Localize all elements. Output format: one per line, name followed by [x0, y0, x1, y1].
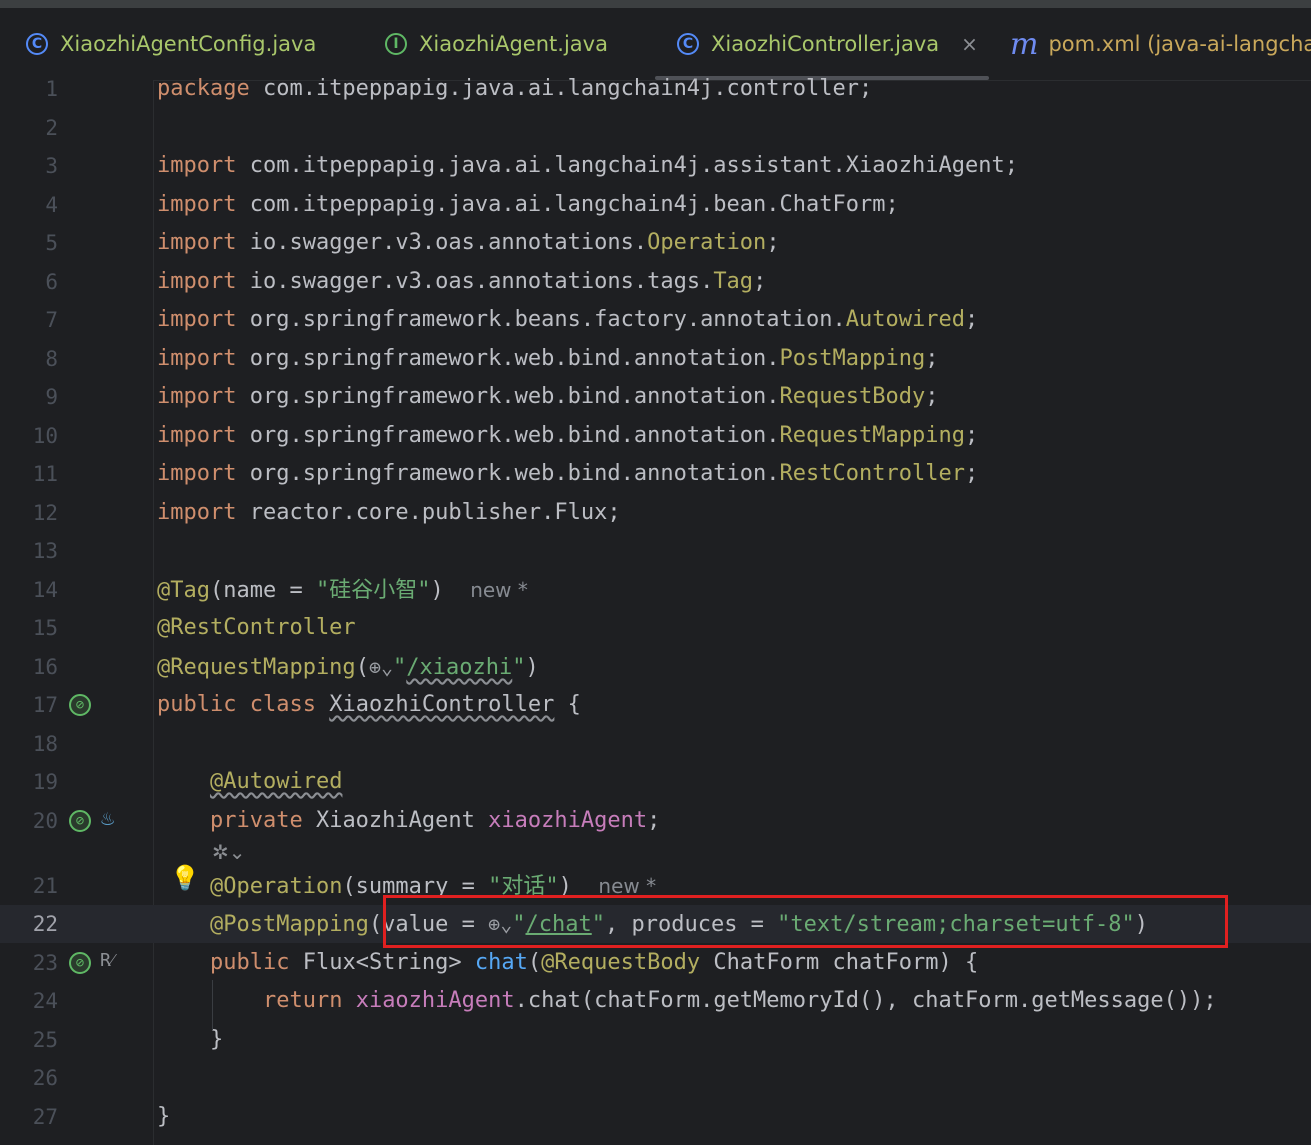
line-number: 16: [32, 655, 58, 679]
line-number: 23: [32, 951, 58, 975]
class-name: XiaozhiController: [329, 692, 555, 717]
line-content: @RequestMapping(⊕⌄"/xiaozhi"): [157, 655, 539, 680]
code-line: 2: [0, 109, 1311, 147]
line-number: 1: [45, 77, 58, 101]
window-top-strip: [0, 0, 1311, 8]
line-content: import org.springframework.beans.factory…: [157, 307, 979, 332]
line-number: 8: [45, 347, 58, 371]
line-content: import com.itpeppapig.java.ai.langchain4…: [157, 153, 1018, 178]
indent-guide: [212, 980, 213, 1030]
spring-bean-icon[interactable]: ⊘: [69, 694, 91, 716]
code-line: 7 import org.springframework.beans.factor…: [0, 301, 1311, 339]
line-number: 25: [32, 1028, 58, 1052]
line-number: 26: [32, 1066, 58, 1090]
line-number: 7: [45, 308, 58, 332]
code-line: 24 return xiaozhiAgent.chat(chatForm.get…: [0, 982, 1311, 1020]
line-content: }: [209, 1027, 224, 1052]
class-icon: C: [26, 33, 48, 55]
line-number: 19: [32, 770, 58, 794]
line-number: 6: [45, 270, 58, 294]
line-number: 22: [32, 912, 58, 936]
code-line: 8 import org.springframework.web.bind.ann…: [0, 340, 1311, 378]
lightbulb-icon[interactable]: 💡: [170, 864, 200, 892]
line-number: 24: [32, 989, 58, 1013]
code-line: 4 import com.itpeppapig.java.ai.langchain…: [0, 186, 1311, 224]
highlight-annotation-box: [383, 895, 1228, 948]
line-number: 14: [32, 578, 58, 602]
line-number: 5: [45, 231, 58, 255]
code-line: 14 @Tag(name = "硅谷小智") new *: [0, 571, 1311, 609]
code-line: 5 import io.swagger.v3.oas.annotations.Op…: [0, 224, 1311, 262]
code-line: 18: [0, 725, 1311, 763]
spring-bean-icon[interactable]: ⊘: [69, 810, 91, 832]
code-line: 6 import io.swagger.v3.oas.annotations.ta…: [0, 263, 1311, 301]
interface-icon: I: [385, 33, 407, 55]
close-icon[interactable]: ×: [961, 32, 978, 56]
line-content: @RestController: [157, 615, 356, 640]
code-line: 27}: [0, 1098, 1311, 1136]
code-line: 11 import org.springframework.web.bind.an…: [0, 455, 1311, 493]
line-content: import org.springframework.web.bind.anno…: [157, 423, 979, 448]
code-line: 3 import com.itpeppapig.java.ai.langchain…: [0, 147, 1311, 185]
line-number: 13: [32, 539, 58, 563]
line-number: 15: [32, 616, 58, 640]
code-line: 1 package com.itpeppapig.java.ai.langchai…: [0, 70, 1311, 108]
tab-label: XiaozhiAgentConfig.java: [60, 32, 317, 56]
url-link[interactable]: /xiaozhi: [406, 655, 512, 680]
line-content: @Tag(name = "硅谷小智") new *: [157, 578, 528, 603]
line-number: 12: [32, 501, 58, 525]
line-number: 17: [32, 693, 58, 717]
tab-label: XiaozhiAgent.java: [419, 32, 608, 56]
code-line: 9 import org.springframework.web.bind.ann…: [0, 378, 1311, 416]
line-content: return xiaozhiAgent.chat(chatForm.getMem…: [262, 988, 1217, 1013]
globe-icon[interactable]: ⊕⌄: [369, 655, 393, 679]
tab-label: XiaozhiController.java: [711, 32, 940, 56]
code-line: 13: [0, 532, 1311, 570]
line-number: 21: [32, 874, 58, 898]
code-line: 19 @Autowired: [0, 763, 1311, 801]
line-content: import com.itpeppapig.java.ai.langchain4…: [157, 192, 899, 217]
rest-request-icon[interactable]: R⁄: [100, 950, 114, 971]
code-line: 15 @RestController: [0, 609, 1311, 647]
code-line: 20 private XiaozhiAgent xiaozhiAgent;: [0, 802, 1311, 840]
line-content: public Flux<String> chat(@RequestBody Ch…: [209, 950, 979, 975]
code-line: 25 }: [0, 1021, 1311, 1059]
line-number: 20: [32, 809, 58, 833]
maven-icon: m: [1010, 26, 1039, 62]
line-number: 2: [45, 116, 58, 140]
code-line: 16 @RequestMapping(⊕⌄"/xiaozhi"): [0, 648, 1311, 686]
code-line: 10 import org.springframework.web.bind.an…: [0, 417, 1311, 455]
line-number: 3: [45, 154, 58, 178]
code-line: 26: [0, 1059, 1311, 1097]
line-content: import org.springframework.web.bind.anno…: [157, 461, 979, 486]
tab-label: pom.xml (java-ai-langchai: [1048, 32, 1311, 56]
line-content: }: [157, 1104, 171, 1129]
line-content: import reactor.core.publisher.Flux;: [157, 500, 621, 525]
line-content: import org.springframework.web.bind.anno…: [157, 346, 939, 371]
line-number: 11: [32, 462, 58, 486]
class-icon: C: [677, 33, 699, 55]
line-number: 10: [32, 424, 58, 448]
line-number: 4: [45, 193, 58, 217]
line-content: import org.springframework.web.bind.anno…: [157, 384, 939, 409]
code-line: 12 import reactor.core.publisher.Flux;: [0, 494, 1311, 532]
line-content: import io.swagger.v3.oas.annotations.Ope…: [157, 230, 780, 255]
code-line: 23 public Flux<String> chat(@RequestBody…: [0, 944, 1311, 982]
line-content: package com.itpeppapig.java.ai.langchain…: [157, 76, 873, 101]
author-hint[interactable]: new *: [470, 578, 528, 602]
line-number: 9: [45, 385, 58, 409]
line-content: @Autowired: [209, 769, 343, 794]
ai-assistant-icon[interactable]: ✲⌄: [212, 840, 246, 864]
line-number: 27: [32, 1105, 58, 1129]
line-content: public class XiaozhiController {: [157, 692, 581, 717]
line-content: private XiaozhiAgent xiaozhiAgent;: [209, 808, 661, 833]
spring-endpoint-icon[interactable]: ⊘: [69, 952, 91, 974]
java-icon[interactable]: ♨: [101, 806, 114, 831]
code-line: 17 public class XiaozhiController {: [0, 686, 1311, 724]
line-number: 18: [32, 732, 58, 756]
line-content: import io.swagger.v3.oas.annotations.tag…: [157, 269, 767, 294]
